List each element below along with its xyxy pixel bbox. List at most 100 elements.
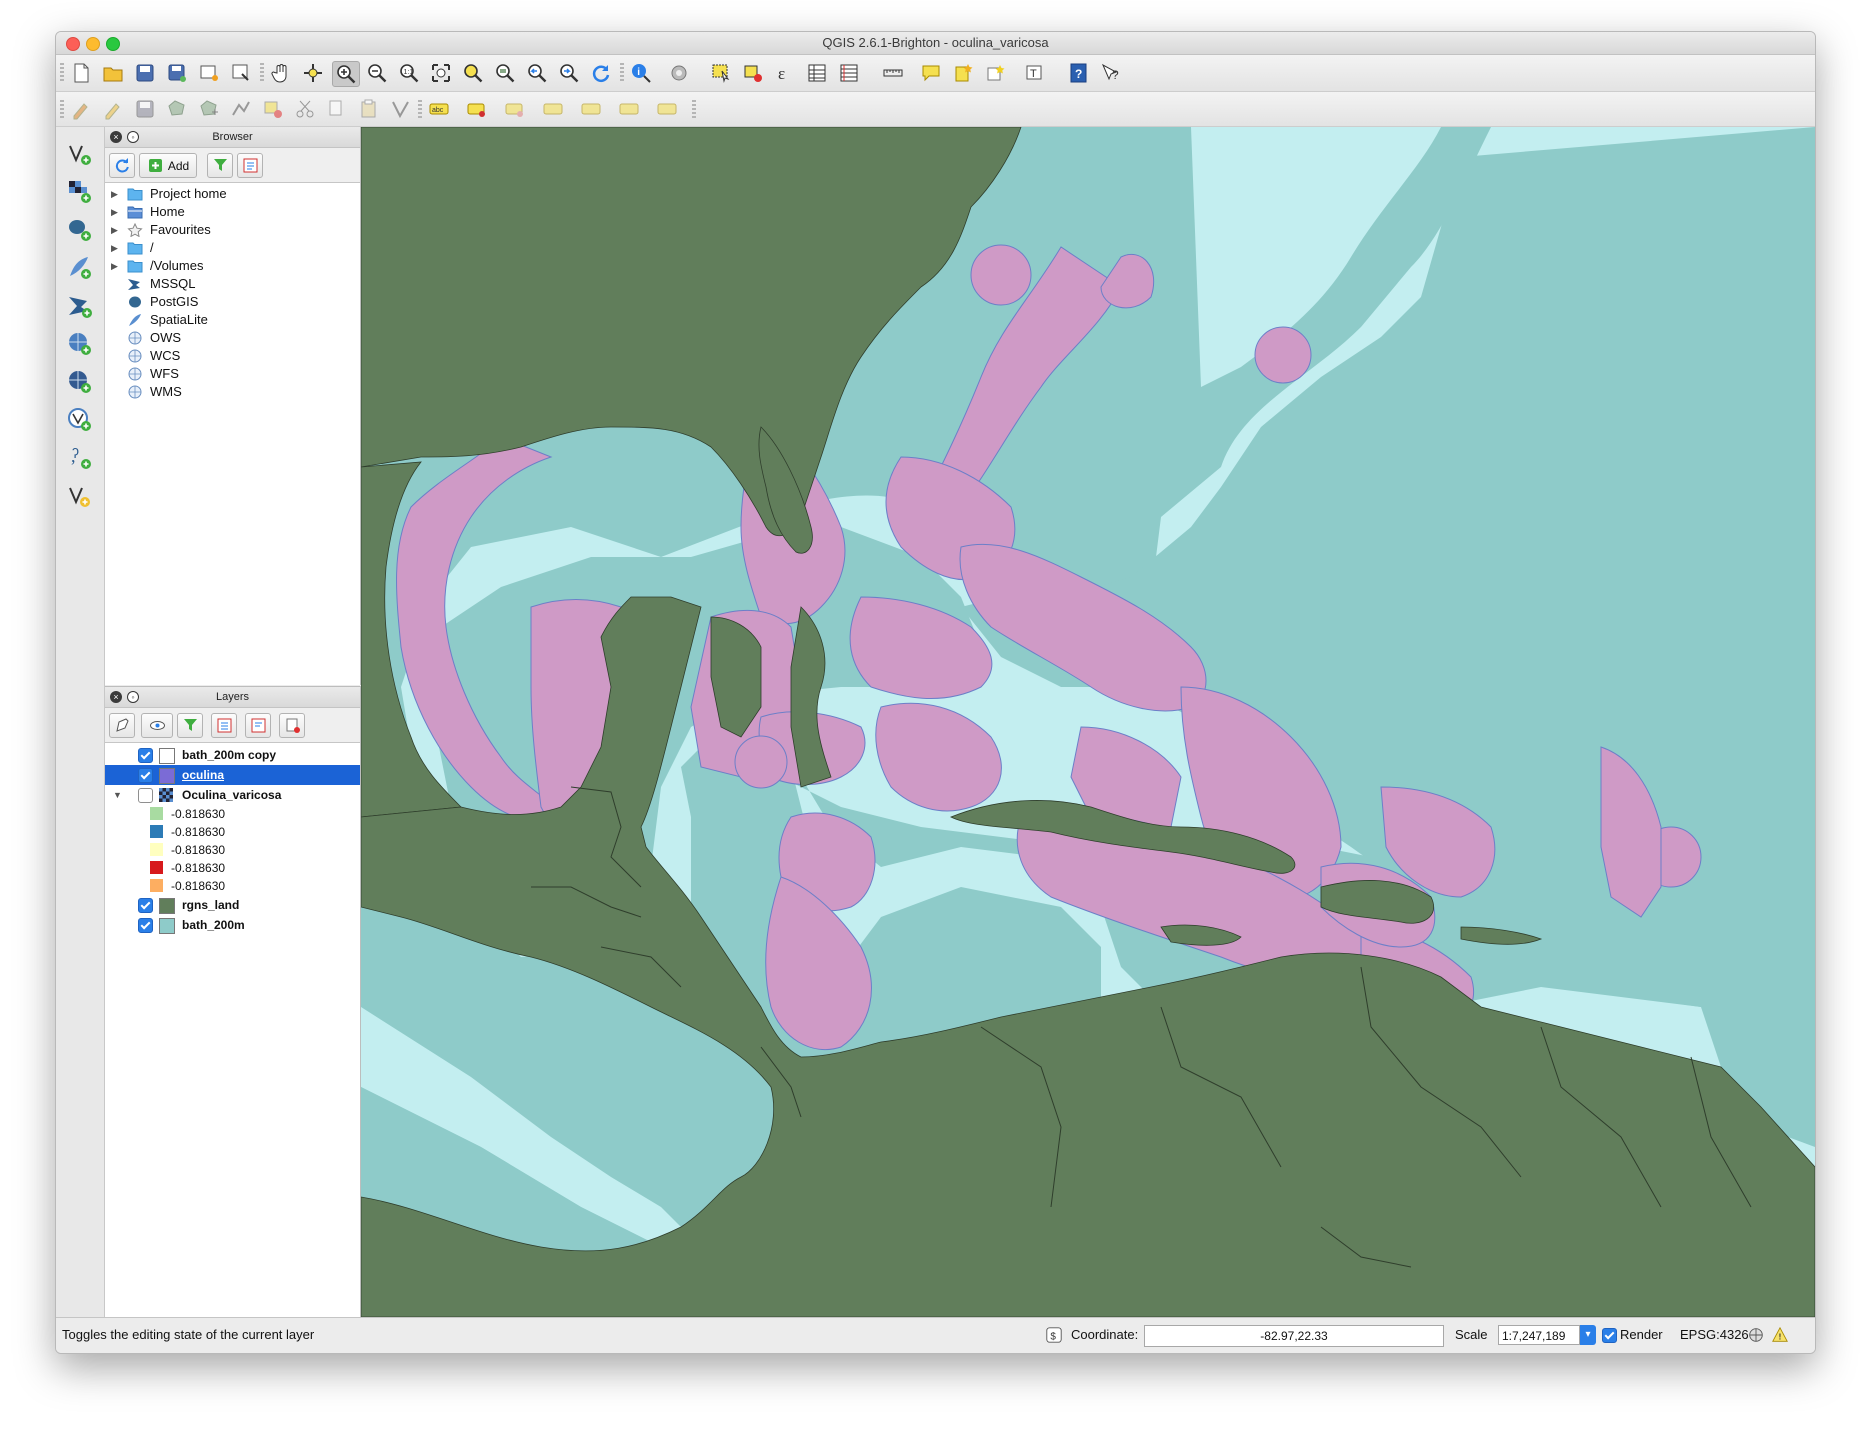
filter-button[interactable] xyxy=(207,153,233,178)
new-bookmark-icon[interactable] xyxy=(950,61,976,85)
move-label-icon[interactable] xyxy=(578,97,604,121)
layer-row-oculina-varicosa[interactable]: ▼ Oculina_varicosa xyxy=(105,785,360,805)
zoom-to-layer-icon[interactable] xyxy=(492,61,518,85)
crs-status-icon[interactable] xyxy=(1746,1325,1766,1345)
delete-selected-icon[interactable] xyxy=(260,97,286,121)
run-action-icon[interactable] xyxy=(666,61,692,85)
zoom-actual-icon[interactable]: 1:1 xyxy=(396,61,422,85)
move-feature-icon[interactable] xyxy=(196,97,222,121)
refresh-icon[interactable] xyxy=(588,61,614,85)
layer-visibility-checkbox[interactable] xyxy=(138,788,153,803)
layer-row-bath-200m-copy[interactable]: bath_200m copy xyxy=(105,745,360,765)
label-icon[interactable]: abc xyxy=(426,97,452,121)
select-features-icon[interactable] xyxy=(708,61,734,85)
cut-features-icon[interactable] xyxy=(292,97,318,121)
add-spatialite-layer-icon[interactable] xyxy=(65,253,95,283)
expand-all-button[interactable] xyxy=(211,713,237,738)
add-delimited-text-icon[interactable]: ,ʔ xyxy=(65,443,95,473)
zoom-out-icon[interactable] xyxy=(364,61,390,85)
show-bookmarks-icon[interactable] xyxy=(982,61,1008,85)
field-calculator-icon[interactable]: ε xyxy=(772,61,798,85)
collapse-all-button[interactable] xyxy=(237,153,263,178)
toolbar-grip[interactable] xyxy=(692,100,696,120)
close-panel-icon[interactable]: × xyxy=(110,131,122,143)
messages-icon[interactable]: $ xyxy=(1044,1325,1064,1345)
layer-visibility-checkbox[interactable] xyxy=(138,898,153,913)
add-vector-layer-icon[interactable] xyxy=(65,139,95,169)
warning-icon[interactable]: ! xyxy=(1770,1325,1790,1345)
zoom-full-icon[interactable] xyxy=(428,61,454,85)
attribute-table-icon[interactable] xyxy=(804,61,830,85)
add-postgis-layer-icon[interactable] xyxy=(65,215,95,245)
add-mssql-layer-icon[interactable] xyxy=(65,291,95,321)
toolbar-grip[interactable] xyxy=(60,63,64,83)
remove-layer-button[interactable] xyxy=(279,713,305,738)
open-project-icon[interactable] xyxy=(100,61,126,85)
highlight-pinned-icon[interactable] xyxy=(502,97,528,121)
pin-labels-icon[interactable] xyxy=(464,97,490,121)
node-tool-icon[interactable] xyxy=(228,97,254,121)
visibility-button[interactable] xyxy=(141,713,173,738)
layer-row-rgns-land[interactable]: rgns_land xyxy=(105,895,360,915)
add-feature-icon[interactable] xyxy=(164,97,190,121)
toolbar-grip[interactable] xyxy=(260,63,264,83)
layer-row-oculina[interactable]: oculina xyxy=(105,765,360,785)
close-panel-icon[interactable]: × xyxy=(110,691,122,703)
zoom-last-icon[interactable] xyxy=(524,61,550,85)
layer-visibility-checkbox[interactable] xyxy=(138,918,153,933)
layer-visibility-checkbox[interactable] xyxy=(138,748,153,763)
render-checkbox[interactable] xyxy=(1602,1328,1617,1343)
toolbar-grip[interactable] xyxy=(418,100,422,120)
layer-row-bath-200m[interactable]: bath_200m xyxy=(105,915,360,935)
measure-icon[interactable] xyxy=(880,61,906,85)
collapse-arrow-icon[interactable]: ▼ xyxy=(113,785,122,805)
rotate-label-icon[interactable] xyxy=(616,97,642,121)
whats-this-icon[interactable]: ? xyxy=(1098,61,1124,85)
toolbar-grip[interactable] xyxy=(620,63,624,83)
map-tips-icon[interactable] xyxy=(918,61,944,85)
layer-style-button[interactable] xyxy=(109,713,135,738)
identify-icon[interactable]: i xyxy=(628,61,654,85)
pan-to-selection-icon[interactable] xyxy=(300,61,326,85)
expand-arrow-icon[interactable]: ▶ xyxy=(111,203,118,221)
refresh-button[interactable] xyxy=(109,153,135,178)
expand-arrow-icon[interactable]: ▶ xyxy=(111,257,118,275)
add-wcs-layer-icon[interactable] xyxy=(65,367,95,397)
window-zoom-button[interactable] xyxy=(106,37,120,51)
statistics-icon[interactable] xyxy=(836,61,862,85)
save-as-icon[interactable] xyxy=(164,61,190,85)
scale-dropdown-icon[interactable]: ▾ xyxy=(1580,1325,1596,1345)
toolbar-grip[interactable] xyxy=(60,100,64,120)
layer-visibility-checkbox[interactable] xyxy=(138,768,153,783)
zoom-to-selection-icon[interactable] xyxy=(460,61,486,85)
map-canvas[interactable] xyxy=(361,127,1815,1317)
add-wms-layer-icon[interactable] xyxy=(65,329,95,359)
zoom-next-icon[interactable] xyxy=(556,61,582,85)
add-button[interactable]: Add xyxy=(139,153,197,178)
add-wfs-layer-icon[interactable] xyxy=(65,405,95,435)
collapse-all-button[interactable] xyxy=(245,713,271,738)
new-project-icon[interactable] xyxy=(68,61,94,85)
text-annotation-icon[interactable]: T xyxy=(1022,61,1048,85)
toggle-editing-icon[interactable] xyxy=(100,97,126,121)
show-hide-labels-icon[interactable] xyxy=(540,97,566,121)
filter-legend-button[interactable] xyxy=(177,713,203,738)
help-icon[interactable]: ? xyxy=(1066,61,1092,85)
pan-icon[interactable] xyxy=(268,61,294,85)
digitize-icon[interactable] xyxy=(388,97,414,121)
composer-manager-icon[interactable] xyxy=(228,61,254,85)
scale-field[interactable]: 1:7,247,189 xyxy=(1498,1325,1580,1345)
add-raster-layer-icon[interactable] xyxy=(65,177,95,207)
expand-arrow-icon[interactable]: ▶ xyxy=(111,221,118,239)
crs-label[interactable]: EPSG:4326 xyxy=(1680,1327,1749,1342)
expand-arrow-icon[interactable]: ▶ xyxy=(111,239,118,257)
change-label-icon[interactable] xyxy=(654,97,680,121)
save-edits-icon[interactable] xyxy=(132,97,158,121)
save-project-icon[interactable] xyxy=(132,61,158,85)
zoom-in-icon[interactable] xyxy=(332,61,360,87)
window-close-button[interactable] xyxy=(66,37,80,51)
paste-features-icon[interactable] xyxy=(356,97,382,121)
current-edits-icon[interactable] xyxy=(68,97,94,121)
float-panel-icon[interactable]: ◦ xyxy=(127,691,139,703)
deselect-all-icon[interactable] xyxy=(740,61,766,85)
